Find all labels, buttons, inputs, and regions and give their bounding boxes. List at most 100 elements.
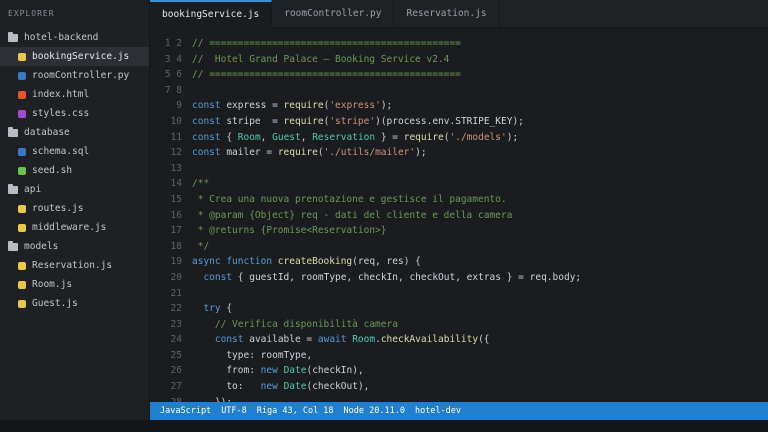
code-token: ); bbox=[506, 131, 519, 143]
code-text: * @param {Object} req - dati del cliente… bbox=[192, 208, 768, 224]
tree-file[interactable]: Room.js bbox=[0, 275, 149, 294]
code-token: // =====================================… bbox=[192, 38, 461, 49]
tree-file[interactable]: Guest.js bbox=[0, 294, 149, 313]
status-runtime[interactable]: Node 20.11.0 bbox=[344, 406, 405, 416]
status-language[interactable]: JavaScript bbox=[160, 406, 211, 416]
tree-item-label: roomController.py bbox=[32, 70, 130, 81]
code-line: 10 const stripe = require('stripe')(proce… bbox=[150, 114, 768, 130]
folder-icon bbox=[8, 126, 18, 137]
code-token: const bbox=[203, 271, 238, 283]
code-line: 28 }); bbox=[150, 395, 768, 402]
code-line: 16 * @param {Object} req - dati del clie… bbox=[150, 208, 768, 224]
code-token: */ bbox=[192, 240, 210, 252]
code-line: 23 // Verifica disponibilità camera bbox=[150, 317, 768, 333]
code-text: */ bbox=[192, 239, 768, 255]
tree-file[interactable]: styles.css bbox=[0, 104, 149, 123]
code-token: ); bbox=[415, 147, 427, 159]
status-encoding[interactable]: UTF-8 bbox=[221, 406, 247, 416]
code-token: ); bbox=[512, 115, 524, 127]
code-token: checkOut bbox=[312, 381, 358, 393]
bottom-strip bbox=[0, 420, 768, 432]
tree-item-label: styles.css bbox=[32, 108, 90, 119]
code-text: const mailer = require('./utils/mailer')… bbox=[192, 145, 768, 161]
code-token: // Verifica disponibilità camera bbox=[214, 318, 398, 330]
code-token: , bbox=[300, 131, 313, 143]
line-number: 26 bbox=[170, 365, 182, 377]
code-token: const bbox=[214, 334, 250, 346]
line-number: 5 6 bbox=[164, 69, 182, 81]
code-token: Guest bbox=[272, 131, 301, 143]
code-text: const { Room, Guest, Reservation } = req… bbox=[192, 130, 768, 146]
line-number: 15 bbox=[170, 193, 182, 205]
code-token: = bbox=[260, 147, 278, 159]
code-token: stripe bbox=[226, 115, 261, 127]
code-text: const { guestId, roomType, checkIn, chec… bbox=[192, 270, 768, 286]
code-token: ), bbox=[352, 365, 364, 377]
line-number: 9 bbox=[176, 100, 182, 112]
file-icon bbox=[18, 166, 26, 175]
code-token: checkIn bbox=[312, 365, 353, 377]
editor-tab[interactable]: roomController.py bbox=[272, 0, 395, 28]
line-number: 19 bbox=[170, 256, 182, 268]
code-token: express bbox=[226, 100, 267, 112]
tab-bar: bookingService.js roomController.py Reserv… bbox=[150, 0, 768, 28]
file-icon bbox=[18, 52, 26, 61]
status-branch[interactable]: hotel-dev bbox=[415, 406, 461, 416]
tree-file[interactable]: schema.sql bbox=[0, 142, 149, 161]
tree-file[interactable]: seed.sh bbox=[0, 161, 149, 180]
code-text: from: new Date(checkIn), bbox=[192, 363, 768, 379]
code-area[interactable]: 1 2 // ==================================… bbox=[150, 36, 768, 402]
tree-file[interactable]: routes.js bbox=[0, 199, 149, 218]
code-line: 7 8 bbox=[150, 83, 768, 99]
status-cursor-position[interactable]: Riga 43, Col 18 bbox=[257, 406, 334, 416]
line-number: 17 bbox=[170, 225, 182, 237]
code-token: type bbox=[226, 349, 250, 361]
tree-file[interactable]: bookingService.js bbox=[0, 47, 149, 66]
code-token: roomType bbox=[300, 271, 347, 283]
code-token: createBooking bbox=[277, 256, 353, 268]
line-number: 28 bbox=[150, 395, 192, 402]
tree-file[interactable]: index.html bbox=[0, 85, 149, 104]
code-text: // Hotel Grand Palace — Booking Service … bbox=[192, 52, 768, 68]
tree-item-label: api bbox=[24, 184, 42, 195]
tree-file[interactable]: middleware.js bbox=[0, 218, 149, 237]
code-token: new bbox=[260, 381, 284, 393]
code-token: to bbox=[226, 381, 238, 393]
file-icon bbox=[18, 71, 26, 80]
code-token: = bbox=[392, 131, 404, 143]
code-token: process bbox=[386, 115, 427, 127]
tree-item-label: models bbox=[24, 241, 59, 252]
code-token: // Hotel Grand Palace — Booking Service … bbox=[192, 53, 450, 65]
code-token: ), bbox=[357, 381, 370, 393]
file-icon bbox=[18, 147, 26, 156]
code-token: } bbox=[501, 271, 519, 283]
code-text: const express = require('express'); bbox=[192, 98, 768, 114]
tree-item-label: hotel-backend bbox=[24, 32, 99, 43]
code-token: Room bbox=[237, 131, 261, 143]
tree-file[interactable]: roomController.py bbox=[0, 66, 149, 85]
code-line: 19 async function createBooking(req, res)… bbox=[150, 254, 768, 270]
tree-folder[interactable]: models bbox=[0, 237, 149, 256]
code-line: 11 const { Room, Guest, Reservation } = r… bbox=[150, 130, 768, 146]
folder-icon bbox=[8, 183, 18, 194]
file-icon bbox=[18, 90, 26, 99]
editor-tab[interactable]: bookingService.js bbox=[150, 0, 273, 28]
editor-tab[interactable]: Reservation.js bbox=[394, 0, 500, 28]
file-tree: hotel-backend bookingService.js roomContro… bbox=[0, 28, 149, 313]
code-token: , bbox=[260, 131, 273, 143]
tree-folder[interactable]: database bbox=[0, 123, 149, 142]
folder-icon bbox=[8, 31, 18, 42]
tree-item-label: routes.js bbox=[32, 203, 84, 214]
tree-folder[interactable]: hotel-backend bbox=[0, 28, 149, 47]
code-text: // =====================================… bbox=[192, 36, 768, 52]
tree-item-label: schema.sql bbox=[32, 146, 90, 157]
code-text: const available = await Room.checkAvaila… bbox=[192, 332, 768, 348]
code-text: async function createBooking(req, res) { bbox=[192, 254, 768, 270]
code-token: from bbox=[226, 365, 250, 377]
tree-folder[interactable]: api bbox=[0, 180, 149, 199]
tree-file[interactable]: Reservation.js bbox=[0, 256, 149, 275]
code-token: ({ bbox=[478, 334, 490, 346]
